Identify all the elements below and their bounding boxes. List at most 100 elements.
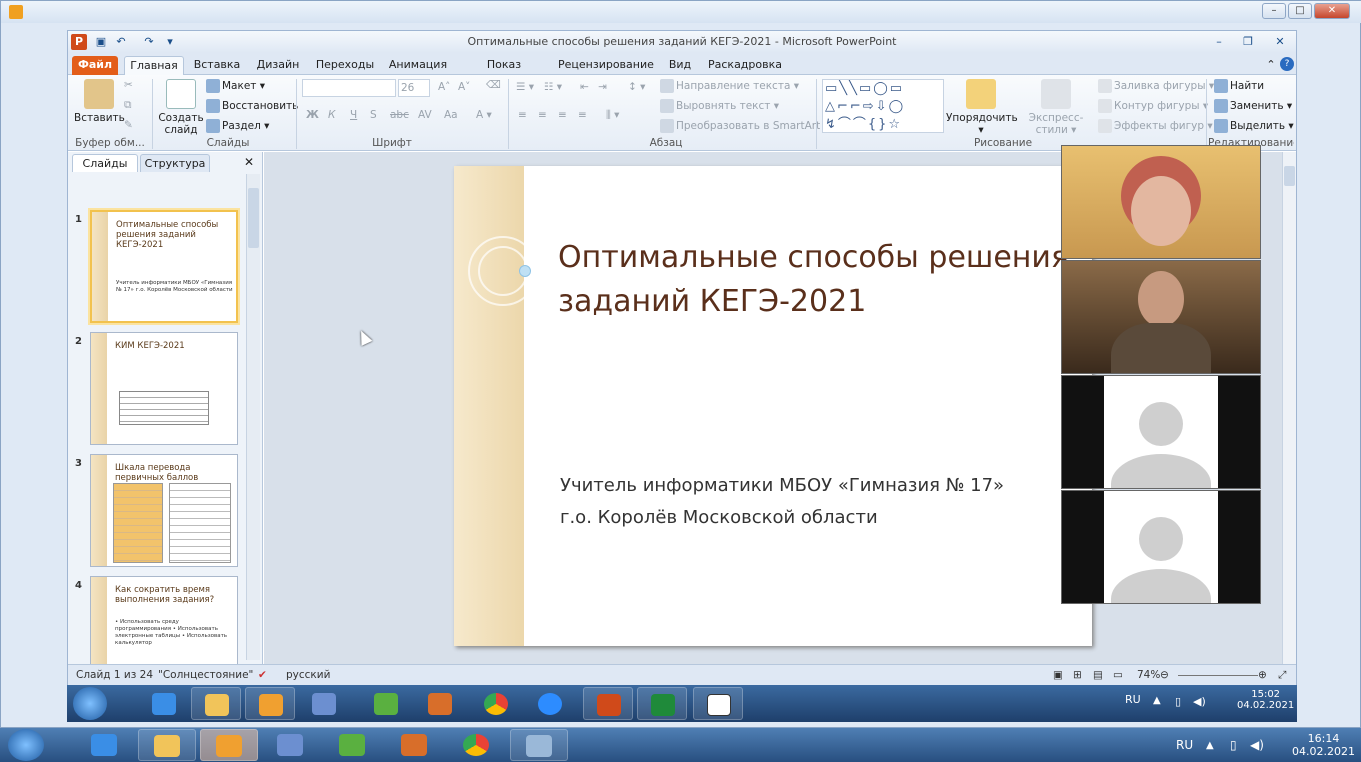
copy-icon[interactable]: ⧉ <box>124 99 132 112</box>
layout-button[interactable]: Макет ▾ <box>206 79 265 93</box>
taskbar-archive[interactable] <box>386 729 444 761</box>
taskbar-explorer[interactable] <box>138 729 196 761</box>
justify-icon[interactable]: ≡ <box>578 109 587 121</box>
align-left-icon[interactable]: ≡ <box>518 109 527 121</box>
tab-review[interactable]: Рецензирование <box>558 56 654 75</box>
line-spacing-icon[interactable]: ↕ ▾ <box>628 81 645 93</box>
inner-clock[interactable]: 15:02 04.02.2021 <box>1237 689 1294 711</box>
taskbar-archive[interactable] <box>415 687 465 720</box>
ppt-restore-button[interactable]: ❐ <box>1240 34 1256 50</box>
taskbar-powerpoint[interactable] <box>583 687 633 720</box>
video-tile-3[interactable] <box>1061 375 1261 489</box>
taskbar-explorer[interactable] <box>191 687 241 720</box>
view-normal-icon[interactable]: ▣ <box>1053 665 1063 685</box>
taskbar-abc[interactable] <box>693 687 743 720</box>
shape-effects-button[interactable]: Эффекты фигур ▾ <box>1098 119 1213 133</box>
tab-home[interactable]: Главная <box>124 56 184 75</box>
reset-button[interactable]: Восстановить <box>206 99 298 113</box>
battery-icon[interactable]: ▯ <box>1175 695 1181 708</box>
align-center-icon[interactable]: ≡ <box>538 109 547 121</box>
indent-decrease-icon[interactable]: ⇤ <box>580 81 589 93</box>
pane-scroll-thumb[interactable] <box>248 188 259 248</box>
align-right-icon[interactable]: ≡ <box>558 109 567 121</box>
arrange-button[interactable]: Упорядочить ▾ <box>946 79 1018 136</box>
current-slide[interactable]: Оптимальные способы решения заданий КЕГЭ… <box>454 166 1092 646</box>
shadow-button[interactable]: S <box>370 109 377 121</box>
taskbar-paint[interactable] <box>510 729 568 761</box>
bullets-icon[interactable]: ☰ ▾ <box>516 81 534 93</box>
tab-file[interactable]: Файл <box>72 56 118 75</box>
language-label[interactable]: русский <box>286 665 330 685</box>
ppt-close-button[interactable]: ✕ <box>1272 34 1288 50</box>
editor-scroll-thumb[interactable] <box>1284 166 1295 186</box>
minimize-button[interactable]: – <box>1262 3 1286 19</box>
tab-slides[interactable]: Слайды <box>72 154 138 172</box>
taskbar-zoom[interactable] <box>525 687 575 720</box>
taskbar-chrome[interactable] <box>448 729 506 761</box>
tab-slideshow[interactable]: Показ слайдов <box>464 56 544 89</box>
clear-format-icon[interactable]: ⌫ <box>486 79 501 91</box>
taskbar-media[interactable] <box>245 687 295 720</box>
change-case-icon[interactable]: Aa <box>444 109 458 121</box>
taskbar-tool[interactable] <box>262 729 320 761</box>
slide-thumbnail-2[interactable]: КИМ КЕГЭ-2021 <box>90 332 238 445</box>
start-button[interactable] <box>73 687 107 720</box>
redo-icon[interactable]: ↷ <box>141 34 157 50</box>
taskbar-media[interactable] <box>200 729 258 761</box>
taskbar-app[interactable] <box>361 687 411 720</box>
spellcheck-icon[interactable]: ✔ <box>258 665 267 685</box>
help-icon[interactable]: ? <box>1280 57 1294 71</box>
bold-button[interactable]: Ж <box>306 109 319 121</box>
outer-tray-language[interactable]: RU <box>1176 738 1193 752</box>
volume-icon[interactable]: ◀) <box>1193 695 1206 708</box>
taskbar-excel[interactable] <box>637 687 687 720</box>
zoom-slider[interactable] <box>1178 675 1258 676</box>
columns-icon[interactable]: ⫼ ▾ <box>606 109 619 122</box>
collapse-ribbon-icon[interactable]: ⌃ <box>1264 56 1278 75</box>
font-name-input[interactable] <box>302 79 396 97</box>
slide-thumbnail-3[interactable]: Шкала перевода первичных баллов <box>90 454 238 567</box>
maximize-button[interactable]: □ <box>1288 3 1312 19</box>
taskbar-chrome[interactable] <box>471 687 521 720</box>
tray-expand-icon[interactable]: ▲ <box>1206 740 1214 751</box>
tab-outline[interactable]: Структура <box>140 154 210 172</box>
tray-expand-icon[interactable]: ▲ <box>1153 695 1161 706</box>
text-direction-button[interactable]: Направление текста ▾ <box>660 79 799 93</box>
taskbar-app[interactable] <box>324 729 382 761</box>
italic-button[interactable]: К <box>328 109 335 121</box>
new-slide-button[interactable]: Создать слайд <box>158 79 204 136</box>
pane-scrollbar[interactable] <box>246 174 260 660</box>
zoom-in-icon[interactable]: ⊕ <box>1258 665 1267 685</box>
close-button[interactable]: ✕ <box>1314 3 1350 19</box>
quick-styles-button[interactable]: Экспресс-стили ▾ <box>1016 79 1096 136</box>
font-size-input[interactable]: 26 <box>398 79 430 97</box>
tab-transitions[interactable]: Переходы <box>314 56 376 75</box>
inner-tray-language[interactable]: RU <box>1125 693 1141 706</box>
shape-fill-button[interactable]: Заливка фигуры ▾ <box>1098 79 1214 93</box>
section-button[interactable]: Раздел ▾ <box>206 119 269 133</box>
slide-thumbnail-1[interactable]: Оптимальные способы решения заданий КЕГЭ… <box>90 210 238 323</box>
close-pane-icon[interactable]: ✕ <box>244 155 254 169</box>
tab-storyboard[interactable]: Раскадровка <box>708 56 782 75</box>
taskbar-tool[interactable] <box>299 687 349 720</box>
indent-increase-icon[interactable]: ⇥ <box>598 81 607 93</box>
battery-icon[interactable]: ▯ <box>1230 738 1237 752</box>
tab-insert[interactable]: Вставка <box>190 56 244 75</box>
shrink-font-icon[interactable]: A˅ <box>458 81 470 93</box>
tab-view[interactable]: Вид <box>664 56 696 75</box>
view-slideshow-icon[interactable]: ▭ <box>1113 665 1123 685</box>
format-painter-icon[interactable]: ✎ <box>124 119 133 131</box>
select-button[interactable]: Выделить ▾ <box>1214 119 1294 133</box>
fit-window-icon[interactable]: ⤢ <box>1278 665 1286 685</box>
replace-button[interactable]: Заменить ▾ <box>1214 99 1292 113</box>
smartart-button[interactable]: Преобразовать в SmartArt ▾ <box>660 119 829 133</box>
cut-icon[interactable]: ✂ <box>124 79 133 91</box>
paste-button[interactable]: Вставить <box>74 79 125 124</box>
ppt-minimize-button[interactable]: – <box>1211 34 1227 50</box>
tab-animation[interactable]: Анимация <box>386 56 450 75</box>
video-tile-2[interactable] <box>1061 260 1261 374</box>
editor-scrollbar[interactable] <box>1282 152 1296 664</box>
zoom-out-icon[interactable]: ⊖ <box>1160 665 1169 685</box>
tab-design[interactable]: Дизайн <box>252 56 304 75</box>
volume-icon[interactable]: ◀) <box>1250 738 1264 752</box>
